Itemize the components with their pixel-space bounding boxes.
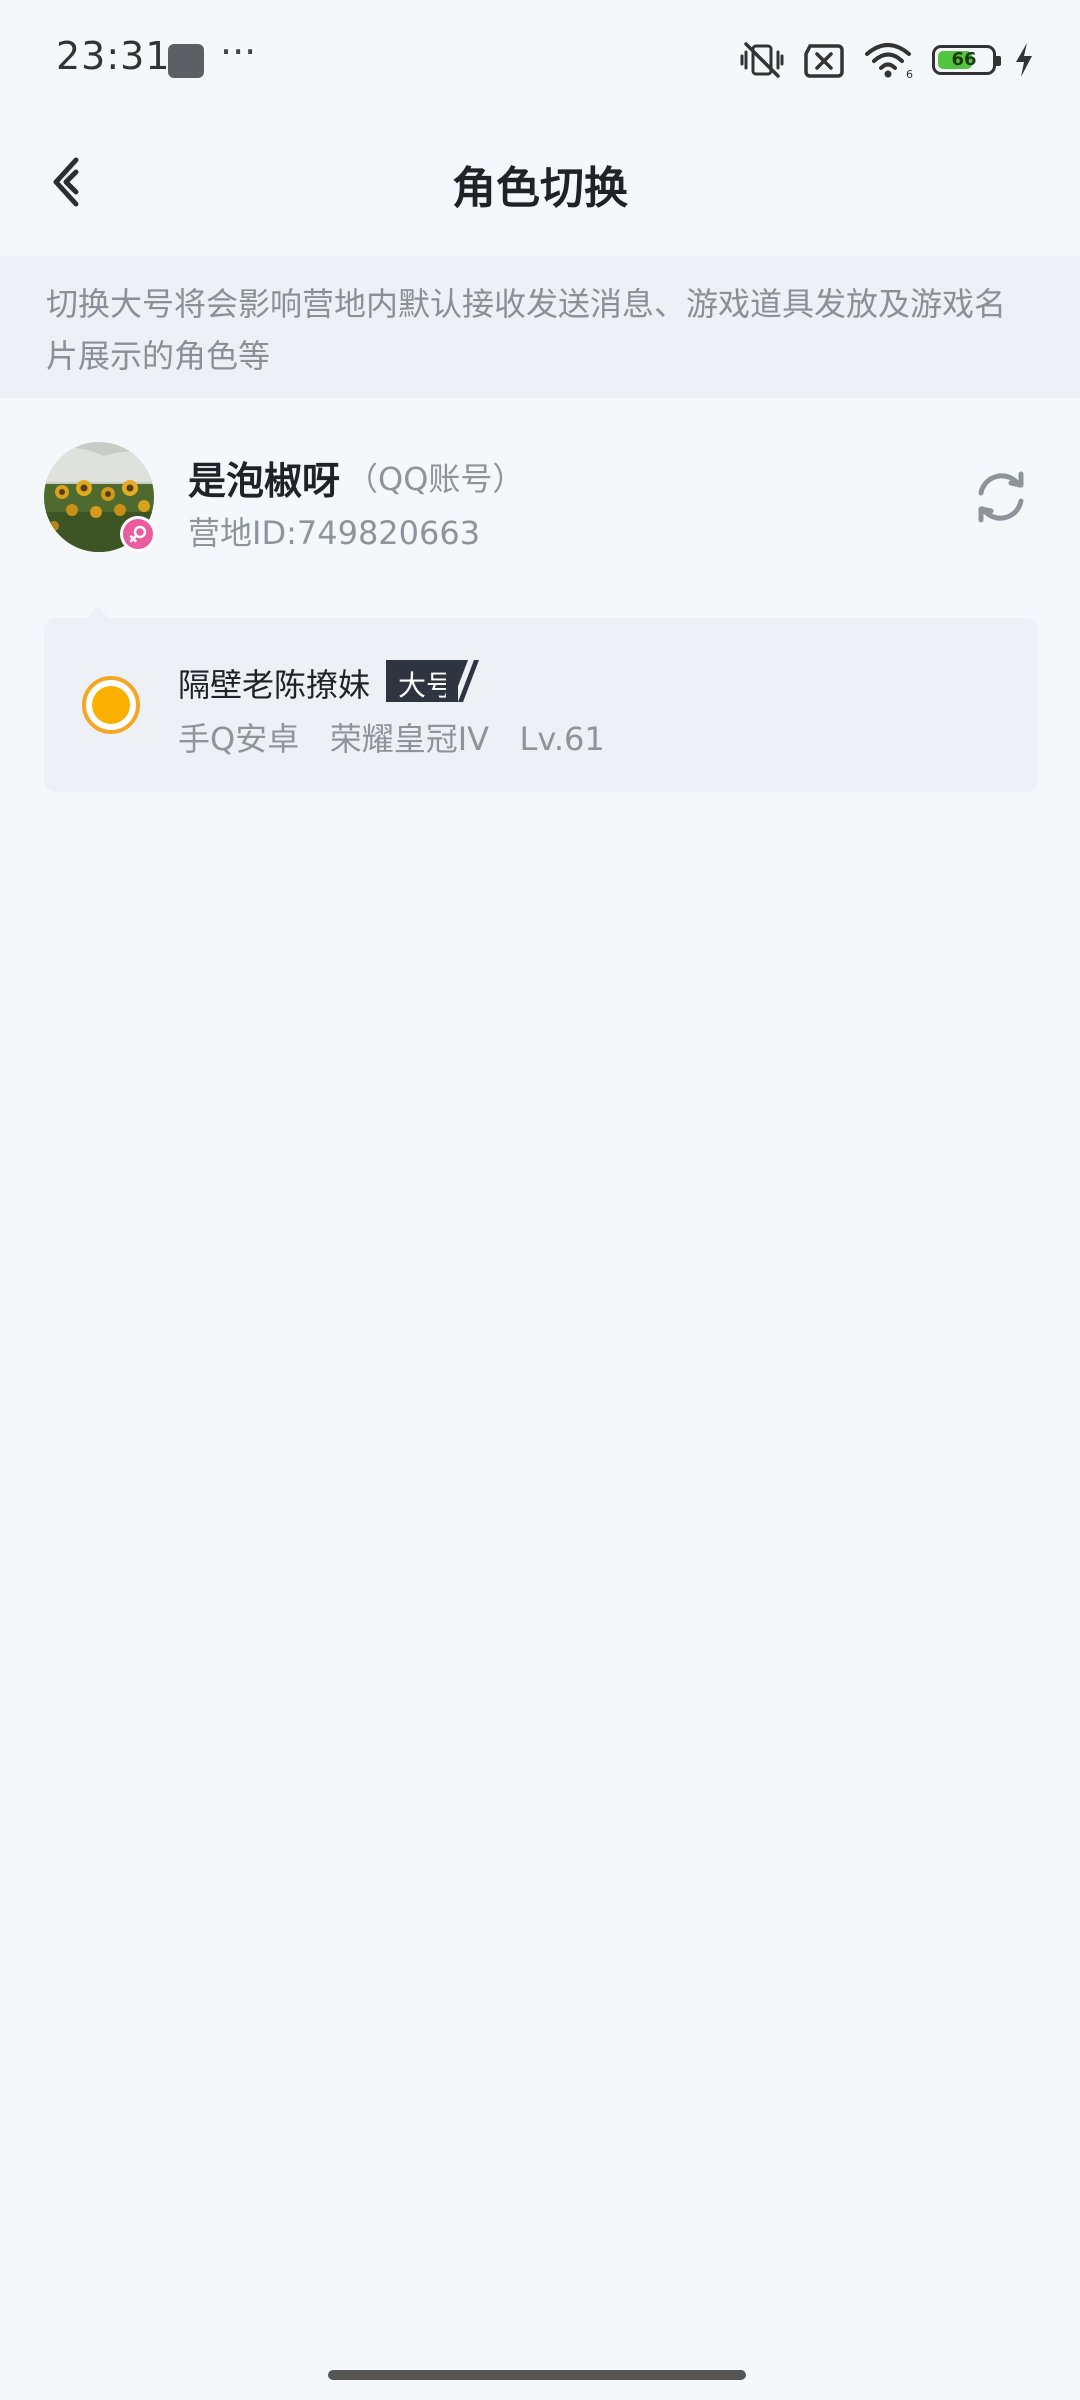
status-time: 23:31	[56, 34, 171, 78]
account-type: （QQ账号）	[346, 460, 525, 498]
account-name: 是泡椒呀	[188, 459, 341, 503]
main-account-tag: 大号	[386, 660, 486, 702]
role-name: 隔壁老陈撩妹	[178, 666, 371, 704]
battery-tip	[996, 56, 1001, 66]
page-title: 角色切换	[452, 163, 628, 214]
account-row: 是泡椒呀 （QQ账号） 营地ID:749820663	[0, 398, 1080, 598]
tag-slash-icon	[446, 660, 479, 702]
status-icons: 6 66	[740, 40, 1034, 80]
charging-icon	[1016, 43, 1032, 77]
home-indicator[interactable]	[328, 2370, 746, 2380]
role-card[interactable]: 隔壁老陈撩妹 大号 手Q安卓 荣耀皇冠IV Lv.61	[44, 618, 1038, 792]
role-switch-page: 23:31 ··· 6 66 角色切换 切换大号将会影响营地内默认接收发送消息、…	[0, 0, 1080, 2400]
battery-icon: 66	[932, 45, 1001, 75]
wifi-icon: 6	[865, 43, 913, 80]
vibrate-off-icon	[740, 42, 784, 78]
svg-text:6: 6	[906, 68, 913, 80]
radio-selected-dot	[92, 686, 130, 724]
switch-account-button[interactable]	[966, 462, 1036, 532]
role-info: 手Q安卓 荣耀皇冠IV Lv.61	[178, 720, 605, 758]
notice-text: 切换大号将会影响营地内默认接收发送消息、游戏道具发放及游戏名片展示的角色等	[46, 285, 1007, 375]
app-square-icon	[168, 44, 204, 78]
account-id: 营地ID:749820663	[188, 514, 481, 552]
refresh-icon	[978, 471, 1024, 523]
battery-level: 66	[951, 49, 977, 70]
header: 角色切换	[0, 120, 1080, 256]
notice-banner: 切换大号将会影响营地内默认接收发送消息、游戏道具发放及游戏名片展示的角色等	[0, 256, 1080, 398]
role-radio[interactable]	[82, 676, 140, 734]
status-bar: 23:31 ··· 6 66	[0, 0, 1080, 120]
female-icon	[120, 516, 156, 552]
more-notifications-icon: ···	[220, 30, 257, 74]
sim-off-icon	[804, 44, 844, 78]
